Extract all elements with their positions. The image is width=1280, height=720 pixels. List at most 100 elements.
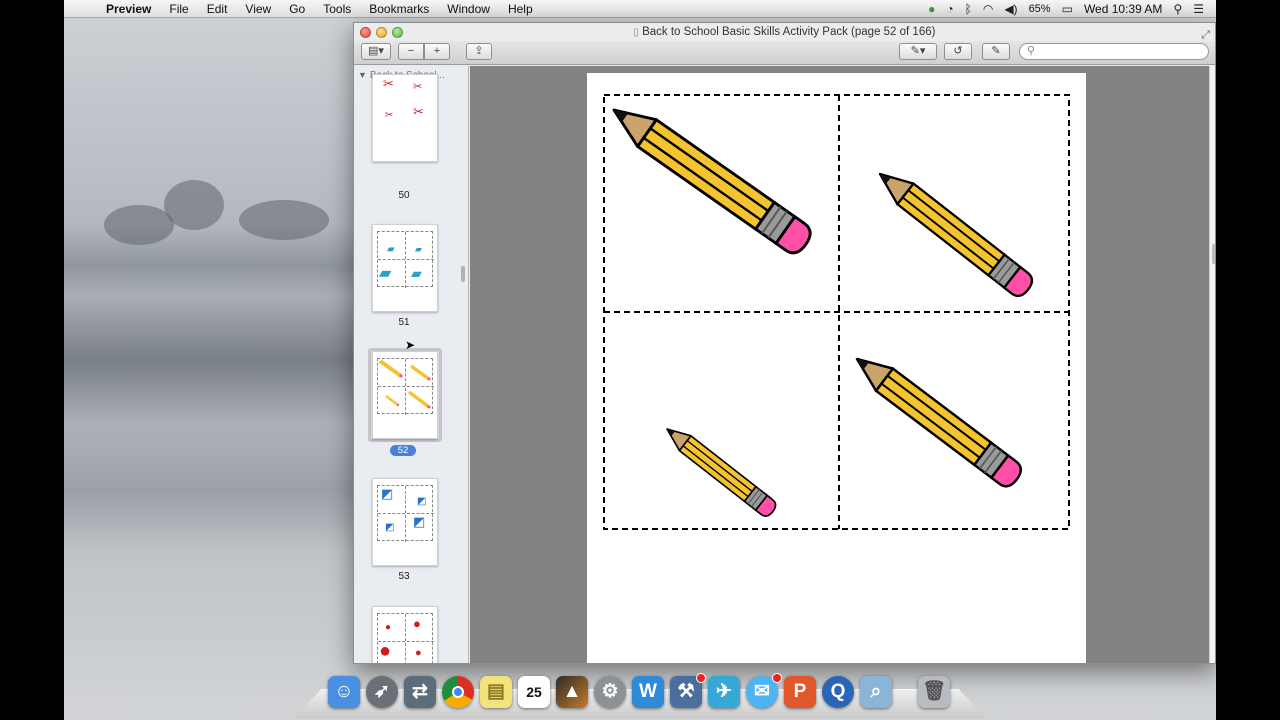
glue-stick-icon: ◩	[381, 486, 394, 501]
thumbnail-page-53[interactable]: ◩ ◩ ◩ ◩	[372, 478, 438, 566]
menu-app-preview[interactable]: Preview	[106, 2, 151, 16]
wallpaper-hills	[64, 300, 364, 420]
menu-bar: Preview File Edit View Go Tools Bookmark…	[64, 0, 1216, 18]
edit-toolbar-button[interactable]: ✎	[982, 43, 1010, 60]
scissors-icon: ✂	[413, 104, 424, 119]
photo-icon[interactable]: ▲	[556, 676, 588, 708]
battery-percent[interactable]: 65%	[1029, 3, 1051, 15]
bluetooth-icon[interactable]: ᛒ	[965, 2, 972, 16]
menu-file[interactable]: File	[169, 2, 188, 16]
menu-bookmarks[interactable]: Bookmarks	[369, 2, 429, 16]
menu-edit[interactable]: Edit	[207, 2, 228, 16]
apple-icon: ●	[413, 616, 421, 631]
search-field[interactable]: ⚲	[1019, 43, 1209, 60]
calendar-icon[interactable]: 25	[518, 676, 550, 708]
page-number-51: 51	[398, 317, 410, 328]
book-icon: ▰	[411, 265, 422, 281]
thumbnail-sidebar: ▼Back to School... ✂ ✂ ✂ ✂ 50 ▰ ▰ ▰ ▰ 51	[354, 66, 469, 663]
gear-icon[interactable]: ⚙	[594, 676, 626, 708]
document-scrollbar[interactable]	[1209, 66, 1215, 663]
quicktime-icon[interactable]: Q	[822, 676, 854, 708]
document-scroll-knob[interactable]	[1212, 244, 1215, 264]
zoom-in-button[interactable]: +	[424, 43, 450, 60]
word-icon[interactable]: W	[632, 676, 664, 708]
xcode-icon[interactable]: ⚒	[670, 673, 706, 708]
migration-icon[interactable]: ⇄	[404, 676, 436, 708]
messages-icon[interactable]: ✉	[746, 673, 782, 708]
notification-badge	[772, 673, 782, 683]
share-button[interactable]: ⇪	[466, 43, 492, 60]
pencil-icon	[870, 162, 1038, 302]
menu-go[interactable]: Go	[289, 2, 305, 16]
thumbnail-page-50[interactable]: ✂ ✂ ✂ ✂	[372, 74, 438, 162]
window-titlebar[interactable]: ▯ Back to School Basic Skills Activity Pa…	[354, 23, 1215, 41]
spotlight-icon[interactable]: ⚲	[1173, 2, 1182, 16]
scissors-icon: ✂	[385, 110, 394, 121]
apple-icon: ●	[415, 647, 422, 659]
page-number-50: 50	[398, 190, 410, 201]
rocket-icon[interactable]: ➶	[366, 676, 398, 708]
rotate-button[interactable]: ↺	[944, 43, 972, 60]
sidebar-scroll-knob[interactable]	[461, 266, 465, 282]
book-icon: ▰	[415, 244, 422, 254]
close-button[interactable]	[360, 27, 371, 38]
glue-stick-icon: ◩	[417, 496, 427, 507]
wallpaper-tree	[239, 200, 329, 240]
menu-view[interactable]: View	[245, 2, 271, 16]
toolbar: ▤▾ − + ⇪ ✎▾ ↺ ✎ ⚲	[354, 41, 1215, 65]
dock: ☺ ➶ ⇄ ▤ 25 ▲ ⚙ W ⚒ ✈ ✉ P Q ⌕ 🗑	[293, 673, 987, 720]
finder-icon[interactable]: ☺	[328, 676, 360, 708]
page-number-53: 53	[398, 571, 410, 582]
notification-badge	[696, 673, 706, 683]
battery-icon[interactable]: ▭	[1062, 2, 1073, 16]
bird-icon[interactable]: ✈	[708, 676, 740, 708]
wifi-icon[interactable]: ◠	[983, 2, 993, 16]
sidebar-toggle-button[interactable]: ▤▾	[361, 43, 391, 60]
clock[interactable]: Wed 10:39 AM	[1084, 2, 1163, 16]
page-number-52-selected: 52	[390, 445, 416, 456]
apple-icon: ●	[385, 622, 392, 633]
wallpaper-tree	[104, 205, 174, 245]
menu-tools[interactable]: Tools	[323, 2, 351, 16]
apple-icon: ●	[379, 640, 392, 662]
zoom-out-button[interactable]: −	[398, 43, 424, 60]
notification-center-icon[interactable]: ☰	[1193, 2, 1204, 16]
book-icon: ▰	[379, 265, 392, 282]
thumbnail-page-54[interactable]: ● ● ● ●	[372, 606, 438, 663]
letterbox-right	[1216, 0, 1280, 720]
thumbnail-page-51[interactable]: ▰ ▰ ▰ ▰	[372, 224, 438, 312]
disclosure-triangle-icon[interactable]: ▼	[358, 70, 367, 80]
scissors-icon: ✂	[413, 81, 423, 93]
evernote-icon[interactable]: ●	[928, 2, 935, 16]
letterbox-left	[0, 0, 64, 720]
zoom-button[interactable]	[392, 27, 403, 38]
status-area: ● ◔ ᛒ ◠ ◀) 65% ▭ Wed 10:39 AM ⚲ ☰	[928, 2, 1216, 16]
pencil-icon	[660, 420, 780, 520]
minimize-button[interactable]	[376, 27, 387, 38]
trash-icon[interactable]: 🗑	[918, 676, 950, 708]
time-machine-icon[interactable]: ◔	[946, 2, 953, 16]
mouse-pointer-icon: ➤	[405, 338, 416, 352]
document-view[interactable]	[470, 66, 1209, 663]
book-icon: ▰	[387, 244, 395, 255]
glue-stick-icon: ◩	[385, 522, 395, 533]
menu-window[interactable]: Window	[447, 2, 490, 16]
annotate-button[interactable]: ✎▾	[899, 43, 937, 60]
powerpoint-icon[interactable]: P	[784, 676, 816, 708]
pencil-icon	[603, 95, 817, 260]
thumbnail-page-52[interactable]	[372, 351, 438, 439]
preview-icon[interactable]: ⌕	[860, 676, 892, 708]
pencil-thumbnail-icons	[378, 359, 431, 409]
menu-help[interactable]: Help	[508, 2, 533, 16]
document-icon: ▯	[633, 27, 640, 38]
preview-window: ▯ Back to School Basic Skills Activity Pa…	[353, 22, 1216, 664]
chrome-icon[interactable]	[442, 676, 474, 708]
glue-stick-icon: ◩	[413, 514, 426, 529]
pencil-icon	[847, 346, 1027, 492]
window-title: Back to School Basic Skills Activity Pac…	[642, 26, 936, 38]
desktop: Preview File Edit View Go Tools Bookmark…	[64, 0, 1216, 720]
search-icon: ⚲	[1027, 45, 1036, 57]
pencil-cards-svg	[603, 94, 1070, 530]
stickies-icon[interactable]: ▤	[480, 676, 512, 708]
volume-icon[interactable]: ◀)	[1004, 2, 1017, 16]
